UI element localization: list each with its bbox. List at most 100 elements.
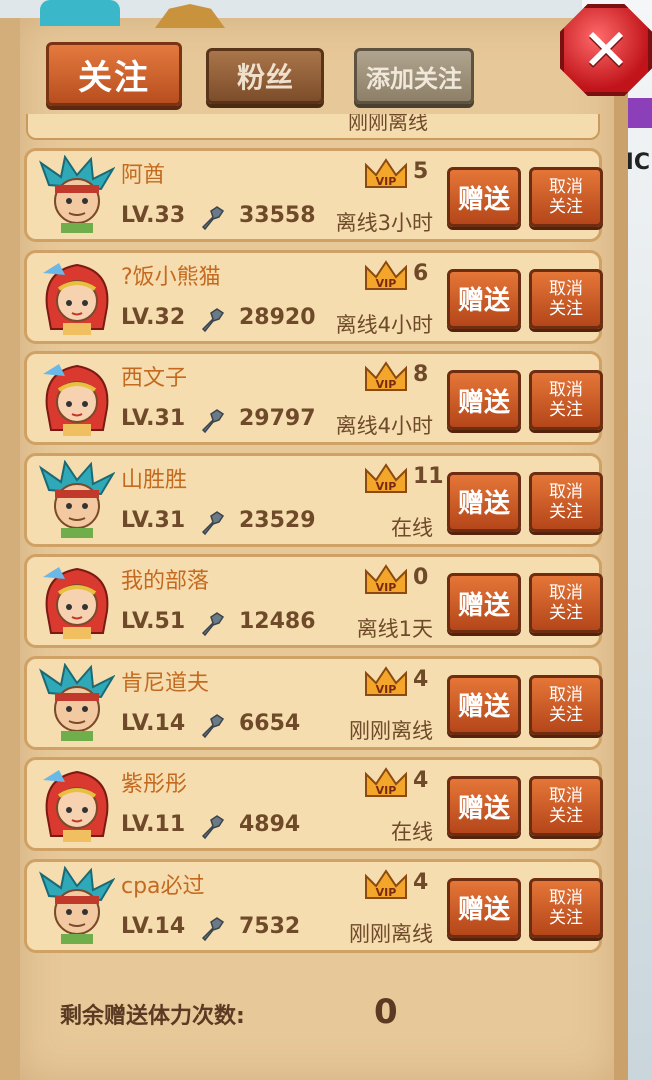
top-decoration (40, 0, 120, 26)
friend-power: 6654 (239, 710, 301, 736)
crown-decoration (155, 4, 225, 28)
gift-button[interactable]: 赠送 (447, 268, 521, 329)
power-icon (199, 916, 225, 942)
friend-name: 山胜胜 (121, 467, 188, 493)
tab-fans[interactable]: 粉丝 (206, 48, 324, 104)
avatar[interactable] (39, 257, 115, 337)
unfollow-label-2: 关注 (549, 197, 583, 217)
friend-power: 4894 (239, 812, 301, 837)
friend-power: 23529 (239, 507, 316, 533)
list-item: ?饭小熊猫 LV.32 28920 VIP 6 离线4小时 赠送 取消 关注 (24, 249, 603, 344)
gift-button[interactable]: 赠送 (447, 167, 521, 227)
unfollow-label-1: 取消 (549, 177, 583, 197)
friend-name: cpa必过 (121, 873, 205, 899)
remaining-gifts-count: 0 (374, 992, 398, 1032)
online-status: 刚刚离线 (349, 921, 433, 946)
friend-power: 33558 (239, 203, 316, 228)
vip-crown-icon: VIP (363, 563, 409, 597)
vip-level: 4 (413, 768, 429, 793)
list-item: 肯尼道夫 LV.14 6654 VIP 4 刚刚离线 赠送 取消 关注 (24, 655, 603, 750)
unfollow-label-1: 取消 (549, 583, 583, 603)
friend-level: LV.51 (121, 609, 186, 634)
vip-level: 0 (413, 565, 429, 590)
unfollow-button[interactable]: 取消 关注 (529, 573, 603, 633)
avatar[interactable] (38, 458, 116, 540)
list-item-partial: 刚刚离线 (26, 114, 600, 140)
vip-crown-icon: VIP (363, 868, 409, 902)
friend-level: LV.14 (121, 913, 186, 939)
vip-crown-icon: VIP (363, 259, 409, 293)
avatar[interactable] (38, 864, 116, 946)
vip-level: 6 (413, 260, 429, 286)
unfollow-label-2: 关注 (549, 704, 583, 725)
gift-button[interactable]: 赠送 (447, 877, 521, 938)
avatar[interactable] (39, 764, 115, 844)
vip-crown-icon: VIP (363, 360, 409, 394)
tab-add-follow[interactable]: 添加关注 (354, 48, 474, 104)
unfollow-label-1: 取消 (549, 786, 583, 806)
online-status: 离线1天 (356, 617, 433, 641)
gift-button[interactable]: 赠送 (447, 776, 521, 836)
unfollow-button[interactable]: 取消 关注 (529, 167, 603, 227)
friends-list[interactable]: 刚刚离线 阿酋 LV.33 33558 VIP 5 离线3小时 赠送 取消 关注 ?饭小熊猫 LV.… (22, 114, 604, 962)
svg-text:VIP: VIP (376, 784, 397, 797)
power-icon (199, 611, 225, 637)
unfollow-button[interactable]: 取消 关注 (529, 776, 603, 836)
gift-button[interactable]: 赠送 (447, 471, 521, 532)
gift-button[interactable]: 赠送 (447, 674, 521, 735)
svg-text:VIP: VIP (376, 175, 397, 188)
unfollow-label-1: 取消 (549, 380, 583, 400)
unfollow-label-2: 关注 (549, 806, 583, 826)
close-icon: ✕ (581, 16, 631, 84)
partial-row-status: 刚刚离线 (348, 114, 428, 134)
friend-name: 紫彤彤 (121, 772, 188, 797)
avatar[interactable] (39, 561, 115, 641)
list-item: 山胜胜 LV.31 23529 VIP 11 在线 赠送 取消 关注 (24, 452, 603, 547)
gift-button[interactable]: 赠送 (447, 573, 521, 633)
online-status: 在线 (391, 820, 433, 844)
unfollow-button[interactable]: 取消 关注 (529, 268, 603, 329)
friend-level: LV.14 (121, 710, 186, 736)
unfollow-label-1: 取消 (549, 481, 583, 502)
avatar[interactable] (38, 661, 116, 743)
unfollow-button[interactable]: 取消 关注 (529, 674, 603, 735)
vip-crown-icon: VIP (363, 462, 409, 496)
unfollow-button[interactable]: 取消 关注 (529, 471, 603, 532)
friend-power: 28920 (239, 304, 316, 330)
power-icon (199, 510, 225, 536)
online-status: 刚刚离线 (349, 718, 433, 743)
list-item: 西文子 LV.31 29797 VIP 8 离线4小时 赠送 取消 关注 (24, 351, 603, 445)
remaining-gifts-label: 剩余赠送体力次数: (60, 1004, 245, 1029)
list-item: cpa必过 LV.14 7532 VIP 4 刚刚离线 赠送 取消 关注 (24, 858, 603, 953)
friend-name: 肯尼道夫 (121, 670, 210, 696)
avatar[interactable] (39, 358, 115, 438)
avatar[interactable] (38, 154, 116, 235)
list-item: 紫彤彤 LV.11 4894 VIP 4 在线 赠送 取消 关注 (24, 757, 603, 851)
friend-level: LV.31 (121, 507, 186, 533)
unfollow-button[interactable]: 取消 关注 (529, 877, 603, 938)
online-status: 离线3小时 (335, 211, 433, 235)
power-icon (199, 408, 225, 434)
tab-follow[interactable]: 关注 (46, 42, 182, 106)
friend-name: 阿酋 (121, 163, 166, 188)
power-icon (199, 713, 225, 739)
gift-button[interactable]: 赠送 (447, 370, 521, 430)
unfollow-button[interactable]: 取消 关注 (529, 370, 603, 430)
friend-power: 12486 (239, 609, 316, 634)
online-status: 离线4小时 (335, 312, 433, 337)
svg-text:VIP: VIP (376, 581, 397, 594)
svg-text:VIP: VIP (376, 378, 397, 391)
background-text: IC (625, 150, 650, 175)
friend-name: 西文子 (121, 366, 188, 391)
unfollow-label-2: 关注 (549, 400, 583, 420)
svg-text:VIP: VIP (376, 683, 397, 696)
power-icon (199, 814, 225, 840)
list-item: 我的部落 LV.51 12486 VIP 0 离线1天 赠送 取消 关注 (24, 554, 603, 648)
vip-level: 4 (413, 869, 429, 895)
power-icon (199, 205, 225, 231)
svg-text:VIP: VIP (376, 277, 397, 290)
unfollow-label-1: 取消 (549, 887, 583, 908)
online-status: 离线4小时 (335, 414, 433, 438)
list-item: 阿酋 LV.33 33558 VIP 5 离线3小时 赠送 取消 关注 (24, 148, 603, 242)
friend-level: LV.33 (121, 203, 186, 228)
